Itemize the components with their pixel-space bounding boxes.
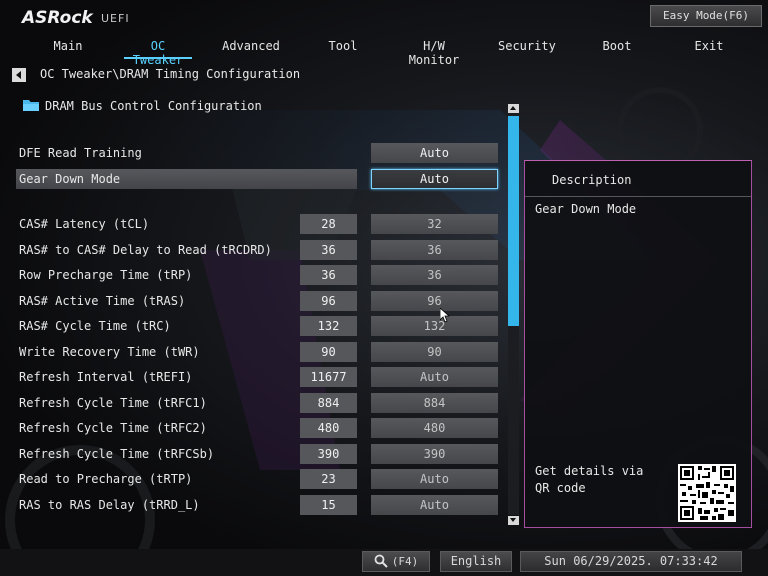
setting-value[interactable]: 480 <box>371 418 498 438</box>
setting-value[interactable]: Auto <box>371 495 498 515</box>
tab-label: Main <box>53 39 83 53</box>
setting-label[interactable]: RAS# Active Time (tRAS) <box>19 291 185 311</box>
setting-value[interactable]: Auto <box>371 367 498 387</box>
current-value: 480 <box>300 418 357 438</box>
tab-boot[interactable]: Boot <box>600 39 634 57</box>
setting-value-dfe-read-training[interactable]: Auto <box>371 143 498 163</box>
setting-label[interactable]: Refresh Interval (tREFI) <box>19 367 192 387</box>
setting-label[interactable]: Refresh Cycle Time (tRFC2) <box>19 418 207 438</box>
back-arrow-icon[interactable] <box>12 68 26 82</box>
tab-main[interactable]: Main <box>48 39 88 57</box>
current-value: 36 <box>300 265 357 285</box>
current-value: 28 <box>300 214 357 234</box>
setting-label[interactable]: CAS# Latency (tCL) <box>19 214 149 234</box>
setting-value[interactable]: 36 <box>371 265 498 285</box>
description-title: Description <box>552 173 632 187</box>
setting-value[interactable]: 96 <box>371 291 498 311</box>
current-value: 23 <box>300 469 357 489</box>
description-divider <box>525 196 751 197</box>
date-time-display: Sun 06/29/2025. 07:33:42 <box>520 551 742 572</box>
setting-value[interactable]: 390 <box>371 444 498 464</box>
tab-label: Tool <box>328 39 358 53</box>
description-text: Gear Down Mode <box>535 202 637 216</box>
uefi-label: UEFI <box>101 12 130 25</box>
asrock-logo: ASRock <box>22 8 93 28</box>
setting-label[interactable]: Read to Precharge (tRTP) <box>19 469 192 489</box>
setting-label[interactable]: RAS# Cycle Time (tRC) <box>19 316 171 336</box>
tab-label: Exit <box>694 39 724 53</box>
setting-value-gear-down-mode[interactable]: Auto <box>371 169 498 189</box>
tab-advanced[interactable]: Advanced <box>222 39 280 57</box>
easy-mode-button[interactable]: Easy Mode(F6) <box>650 5 762 27</box>
setting-label[interactable]: RAS# to CAS# Delay to Read (tRCDRD) <box>19 240 272 260</box>
current-value: 884 <box>300 393 357 413</box>
qr-code-icon[interactable] <box>678 464 736 522</box>
tab-exit[interactable]: Exit <box>692 39 726 57</box>
setting-value[interactable]: 132 <box>371 316 498 336</box>
folder-icon <box>23 100 39 111</box>
tab-oc-tweaker[interactable]: OC Tweaker <box>124 39 192 67</box>
current-value: 15 <box>300 495 357 515</box>
search-icon <box>374 554 388 568</box>
setting-label[interactable]: Row Precharge Time (tRP) <box>19 265 192 285</box>
mouse-cursor-icon <box>440 308 450 323</box>
language-button[interactable]: English <box>440 551 512 572</box>
current-value: 390 <box>300 444 357 464</box>
setting-label[interactable]: RAS to RAS Delay (tRRD_L) <box>19 495 200 515</box>
scroll-down-arrow-icon[interactable] <box>508 516 519 525</box>
search-shortcut: (F4) <box>391 555 419 568</box>
setting-value[interactable]: 32 <box>371 214 498 234</box>
setting-label-dfe-read-training[interactable]: DFE Read Training <box>19 143 142 163</box>
current-value: 96 <box>300 291 357 311</box>
setting-value[interactable]: 90 <box>371 342 498 362</box>
setting-value[interactable]: 884 <box>371 393 498 413</box>
tab-hw-monitor[interactable]: H/W Monitor <box>398 39 470 67</box>
active-tab-indicator <box>124 57 192 59</box>
setting-label-gear-down-mode[interactable]: Gear Down Mode <box>19 169 120 189</box>
setting-label[interactable]: Write Recovery Time (tWR) <box>19 342 200 362</box>
current-value: 90 <box>300 342 357 362</box>
search-button[interactable]: (F4) <box>362 551 430 572</box>
tab-label: H/W Monitor <box>408 39 460 67</box>
qr-caption: Get details via QR code <box>535 464 644 495</box>
tab-label: Boot <box>602 39 632 53</box>
scroll-up-arrow-icon[interactable] <box>508 104 519 113</box>
tab-label: OC Tweaker <box>132 39 184 67</box>
current-value: 36 <box>300 240 357 260</box>
setting-value[interactable]: 36 <box>371 240 498 260</box>
setting-value[interactable]: Auto <box>371 469 498 489</box>
setting-label[interactable]: Refresh Cycle Time (tRFCSb) <box>19 444 214 464</box>
tab-tool[interactable]: Tool <box>325 39 361 57</box>
tab-security[interactable]: Security <box>498 39 556 57</box>
setting-label[interactable]: Refresh Cycle Time (tRFC1) <box>19 393 207 413</box>
current-value: 132 <box>300 316 357 336</box>
section-title[interactable]: DRAM Bus Control Configuration <box>45 99 262 113</box>
tab-label: Advanced <box>222 39 280 53</box>
current-value: 11677 <box>300 367 357 387</box>
scrollbar-thumb[interactable] <box>508 116 519 326</box>
breadcrumb: OC Tweaker\DRAM Timing Configuration <box>40 67 301 81</box>
tab-label: Security <box>498 39 556 53</box>
